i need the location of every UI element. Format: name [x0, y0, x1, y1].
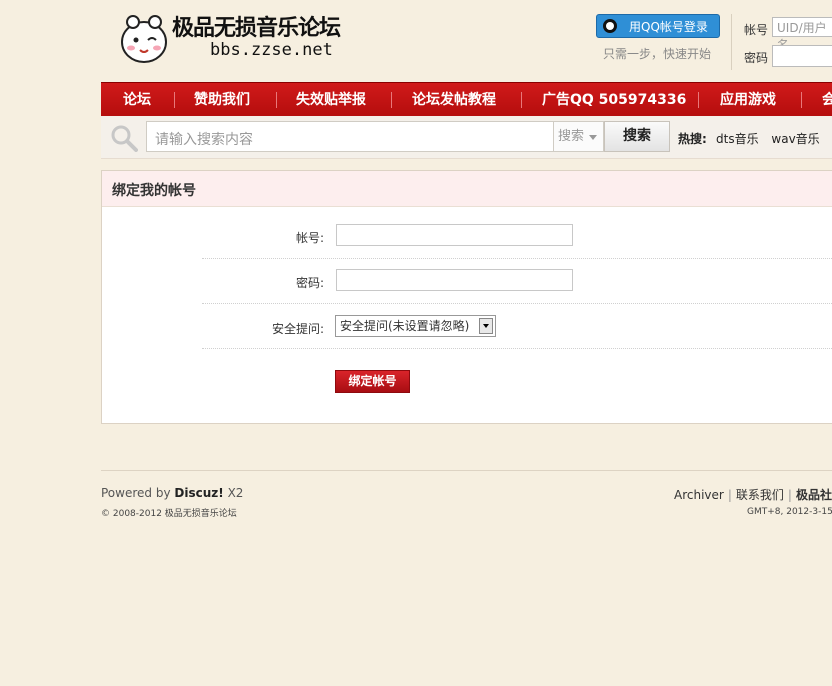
- nav-separator: [521, 92, 522, 108]
- powered-brand[interactable]: Discuz!: [174, 486, 223, 500]
- powered-version: X2: [227, 486, 244, 500]
- search-type-select[interactable]: 搜索: [554, 121, 604, 152]
- footer-link-archiver[interactable]: Archiver: [674, 488, 724, 502]
- login-password-input[interactable]: [772, 45, 832, 67]
- hot-search-label: 热搜:: [678, 132, 707, 146]
- qq-login-tip: 只需一步，快速开始: [603, 47, 712, 61]
- qq-login-label: 用QQ帐号登录: [629, 20, 708, 34]
- qq-login-button[interactable]: 用QQ帐号登录: [596, 14, 720, 38]
- footer-link-site[interactable]: 极品社: [796, 488, 832, 502]
- main-nav: 论坛 赞助我们 失效贴举报 论坛发帖教程 广告QQ 505974336 应用游戏…: [101, 82, 832, 117]
- hot-search-link[interactable]: dts音乐: [716, 132, 759, 146]
- footer-link-separator: |: [787, 488, 792, 502]
- row-divider: [202, 303, 832, 304]
- powered-prefix: Powered by: [101, 486, 171, 500]
- nav-separator: [698, 92, 699, 108]
- search-button[interactable]: 搜索: [604, 121, 670, 152]
- nav-separator: [174, 92, 175, 108]
- header-divider: [731, 14, 732, 70]
- footer-links: Archiver | 联系我们 | 极品社: [674, 486, 832, 503]
- security-question-value: 安全提问(未设置请忽略): [340, 319, 470, 333]
- login-account-input[interactable]: UID/用户名: [772, 17, 832, 52]
- login-password-label: 密码: [744, 51, 769, 65]
- qq-icon: [603, 19, 617, 33]
- bind-account-input[interactable]: [336, 224, 573, 246]
- footer-link-contact[interactable]: 联系我们: [736, 488, 784, 502]
- search-input[interactable]: 请输入搜索内容: [146, 121, 554, 152]
- footer-divider: [101, 470, 832, 471]
- nav-item-more[interactable]: 会: [822, 83, 832, 117]
- logo-url: bbs.zzse.net: [210, 40, 333, 60]
- chevron-down-icon: [479, 318, 493, 334]
- nav-item-ad[interactable]: 广告QQ 505974336: [542, 83, 686, 117]
- bind-account-label: 帐号:: [295, 231, 324, 245]
- row-divider: [202, 258, 832, 259]
- nav-separator: [801, 92, 802, 108]
- nav-item-report[interactable]: 失效贴举报: [296, 83, 366, 117]
- nav-item-forum[interactable]: 论坛: [123, 83, 151, 117]
- chevron-down-icon: [589, 135, 597, 140]
- search-type-label: 搜索: [558, 129, 585, 144]
- nav-item-games[interactable]: 应用游戏: [720, 83, 776, 117]
- bind-password-label: 密码:: [295, 276, 324, 290]
- powered-by: Powered by Discuz! X2: [101, 486, 243, 500]
- search-icon: [111, 125, 138, 152]
- hot-search-links: dts音乐 wav音乐 张: [716, 130, 832, 147]
- nav-separator: [391, 92, 392, 108]
- nav-item-sponsor[interactable]: 赞助我们: [194, 83, 250, 117]
- nav-item-tutorial[interactable]: 论坛发帖教程: [412, 83, 496, 117]
- security-question-select[interactable]: 安全提问(未设置请忽略): [335, 315, 496, 337]
- mascot-icon: [121, 15, 167, 63]
- copyright: © 2008-2012 极品无损音乐论坛: [101, 509, 237, 519]
- footer-link-separator: |: [727, 488, 732, 502]
- row-divider: [202, 348, 832, 349]
- login-account-label: 帐号: [744, 23, 769, 37]
- logo-title: 极品无损音乐论坛: [172, 15, 341, 41]
- bind-account-button[interactable]: 绑定帐号: [335, 370, 410, 393]
- bind-password-input[interactable]: [336, 269, 573, 291]
- footer-time: GMT+8, 2012-3-15: [747, 507, 832, 517]
- nav-separator: [276, 92, 277, 108]
- panel-header: 绑定我的帐号: [102, 171, 832, 207]
- bind-account-panel: 绑定我的帐号 帐号: 密码: 安全提问: 安全提问(未设置请忽略) 绑定帐号: [101, 170, 832, 424]
- hot-search-link[interactable]: wav音乐: [771, 132, 819, 146]
- panel-title: 绑定我的帐号: [112, 183, 196, 199]
- security-question-label: 安全提问:: [271, 322, 324, 336]
- site-logo[interactable]: 极品无损音乐论坛 bbs.zzse.net: [118, 8, 341, 72]
